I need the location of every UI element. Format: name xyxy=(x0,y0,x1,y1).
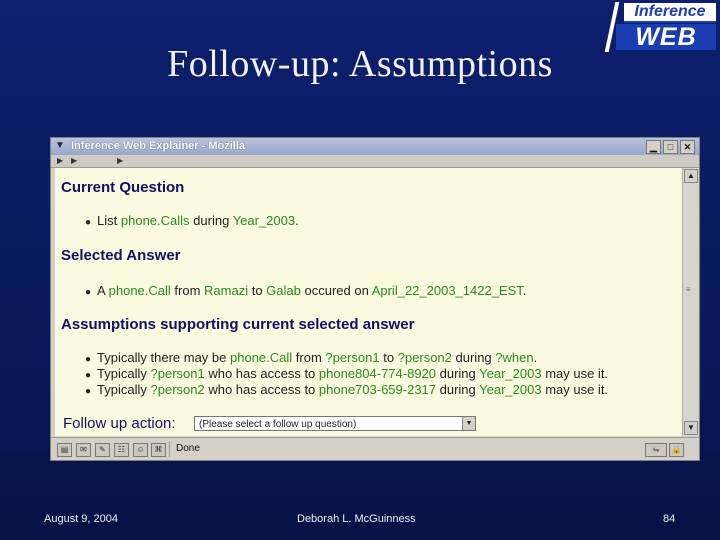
answer-text: to xyxy=(248,283,267,298)
nav-collapse-icon[interactable]: ▶ xyxy=(71,155,77,167)
link-year[interactable]: Year_2003 xyxy=(233,213,295,228)
nav-collapse-icon[interactable]: ▶ xyxy=(117,155,123,167)
page-number: 84 xyxy=(663,513,676,525)
assumption-text: Typically xyxy=(97,382,151,397)
link-ramazi[interactable]: Ramazi xyxy=(204,283,248,298)
bullet-icon: ● xyxy=(85,287,92,298)
assumption-text: during xyxy=(436,366,480,381)
close-icon[interactable]: ✕ xyxy=(680,140,695,154)
answer-line: ● A phone.Call from Ramazi to Galab occur… xyxy=(85,283,526,298)
status-divider xyxy=(169,441,170,457)
minimize-icon[interactable]: ▁ xyxy=(646,140,661,154)
assumption-text: may use it. xyxy=(541,382,609,397)
addressbook-icon[interactable]: ☷ xyxy=(114,443,129,457)
scroll-down-icon[interactable]: ▼ xyxy=(684,421,698,435)
scroll-up-icon[interactable]: ▲ xyxy=(684,169,698,183)
answer-text: occured on xyxy=(300,283,372,298)
window-title: Inference Web Explainer - Mozilla xyxy=(71,140,246,152)
link-phone-call[interactable]: phone.Call xyxy=(109,283,171,298)
navigation-bar: ▶ ▶ ▶ xyxy=(51,155,699,168)
bullet-icon: ● xyxy=(85,354,92,365)
assumption-text: Typically xyxy=(97,366,151,381)
assumption-text: . xyxy=(533,350,538,365)
window-titlebar: ▼ Inference Web Explainer - Mozilla ▁ □ … xyxy=(51,138,699,155)
answer-text: from xyxy=(170,283,205,298)
assumption-text: who has access to xyxy=(204,382,319,397)
footer-date: August 9, 2004 xyxy=(44,513,119,525)
question-text: List xyxy=(97,213,121,228)
logo-text-top: Inference xyxy=(624,3,716,23)
vertical-scrollbar[interactable]: ▲ ≡ ▼ xyxy=(682,168,698,436)
link-galab[interactable]: Galab xyxy=(266,283,301,298)
bullet-icon: ● xyxy=(85,370,92,381)
editor-icon[interactable]: ⌘ xyxy=(151,443,166,457)
chat-icon[interactable]: ☺ xyxy=(133,443,148,457)
assumption-text: during xyxy=(436,382,480,397)
question-line: ● List phone.Calls during Year_2003. xyxy=(85,213,299,228)
assumption-item: ● Typically there may be phone.Call from … xyxy=(85,350,537,365)
status-text: Done xyxy=(176,443,200,454)
scroll-grip-icon[interactable]: ≡ xyxy=(686,286,694,294)
assumption-text: from xyxy=(292,350,326,365)
bullet-icon: ● xyxy=(85,217,92,228)
follow-up-label: Follow up action: xyxy=(63,415,176,432)
mail-icon[interactable]: ✉ xyxy=(76,443,91,457)
assumption-link[interactable]: ?person2 xyxy=(151,382,205,397)
assumption-text: who has access to xyxy=(204,366,319,381)
window-menu-icon[interactable]: ▼ xyxy=(54,140,66,152)
assumption-text: Typically there may be xyxy=(97,350,230,365)
assumption-link[interactable]: ?person1 xyxy=(151,366,205,381)
assumption-link[interactable]: ?person1 xyxy=(325,350,379,365)
question-text: during xyxy=(189,213,233,228)
online-status-icon[interactable]: ⇋ xyxy=(645,443,667,457)
browser-window: ▼ Inference Web Explainer - Mozilla ▁ □ … xyxy=(50,137,700,461)
selected-answer-heading: Selected Answer xyxy=(61,247,181,264)
question-text: . xyxy=(295,213,299,228)
assumption-text: to xyxy=(379,350,398,365)
assumption-item: ● Typically ?person2 who has access to ph… xyxy=(85,382,608,397)
status-bar: ▤ ✉ ✎ ☷ ☺ ⌘ Done ⇋ 🔒 xyxy=(51,437,699,460)
answer-text: A xyxy=(97,283,109,298)
page-content: Current Question ● List phone.Calls durin… xyxy=(55,168,682,436)
assumption-link[interactable]: phone.Call xyxy=(230,350,292,365)
assumption-text: may use it. xyxy=(541,366,609,381)
assumption-link[interactable]: phone703-659-2317 xyxy=(319,382,436,397)
assumption-link[interactable]: Year_2003 xyxy=(479,382,541,397)
maximize-icon[interactable]: □ xyxy=(663,140,678,154)
assumption-text: during xyxy=(451,350,496,365)
assumptions-heading: Assumptions supporting current selected … xyxy=(61,316,415,333)
bullet-icon: ● xyxy=(85,386,92,397)
composer-icon[interactable]: ✎ xyxy=(95,443,110,457)
chevron-down-icon[interactable]: ▼ xyxy=(462,417,475,430)
nav-collapse-icon[interactable]: ▶ xyxy=(57,155,63,167)
assumption-link[interactable]: ?person2 xyxy=(398,350,452,365)
assumption-link[interactable]: Year_2003 xyxy=(479,366,541,381)
inference-web-logo: Inference WEB xyxy=(604,2,718,52)
lock-icon: 🔒 xyxy=(669,443,684,457)
link-phone-calls[interactable]: phone.Calls xyxy=(121,213,190,228)
assumption-item: ● Typically ?person1 who has access to ph… xyxy=(85,366,608,381)
assumption-link[interactable]: ?when xyxy=(495,350,533,365)
current-question-heading: Current Question xyxy=(61,179,185,196)
navigator-icon[interactable]: ▤ xyxy=(57,443,72,457)
follow-up-selected-value: (Please select a follow up question) xyxy=(199,419,357,430)
logo-text-bottom: WEB xyxy=(616,24,716,50)
follow-up-select[interactable]: (Please select a follow up question) ▼ xyxy=(194,416,476,431)
link-date[interactable]: April_22_2003_1422_EST xyxy=(372,283,523,298)
footer-author: Deborah L. McGuinness xyxy=(297,513,416,525)
assumption-link[interactable]: phone804-774-8920 xyxy=(319,366,436,381)
answer-text: . xyxy=(522,283,527,298)
